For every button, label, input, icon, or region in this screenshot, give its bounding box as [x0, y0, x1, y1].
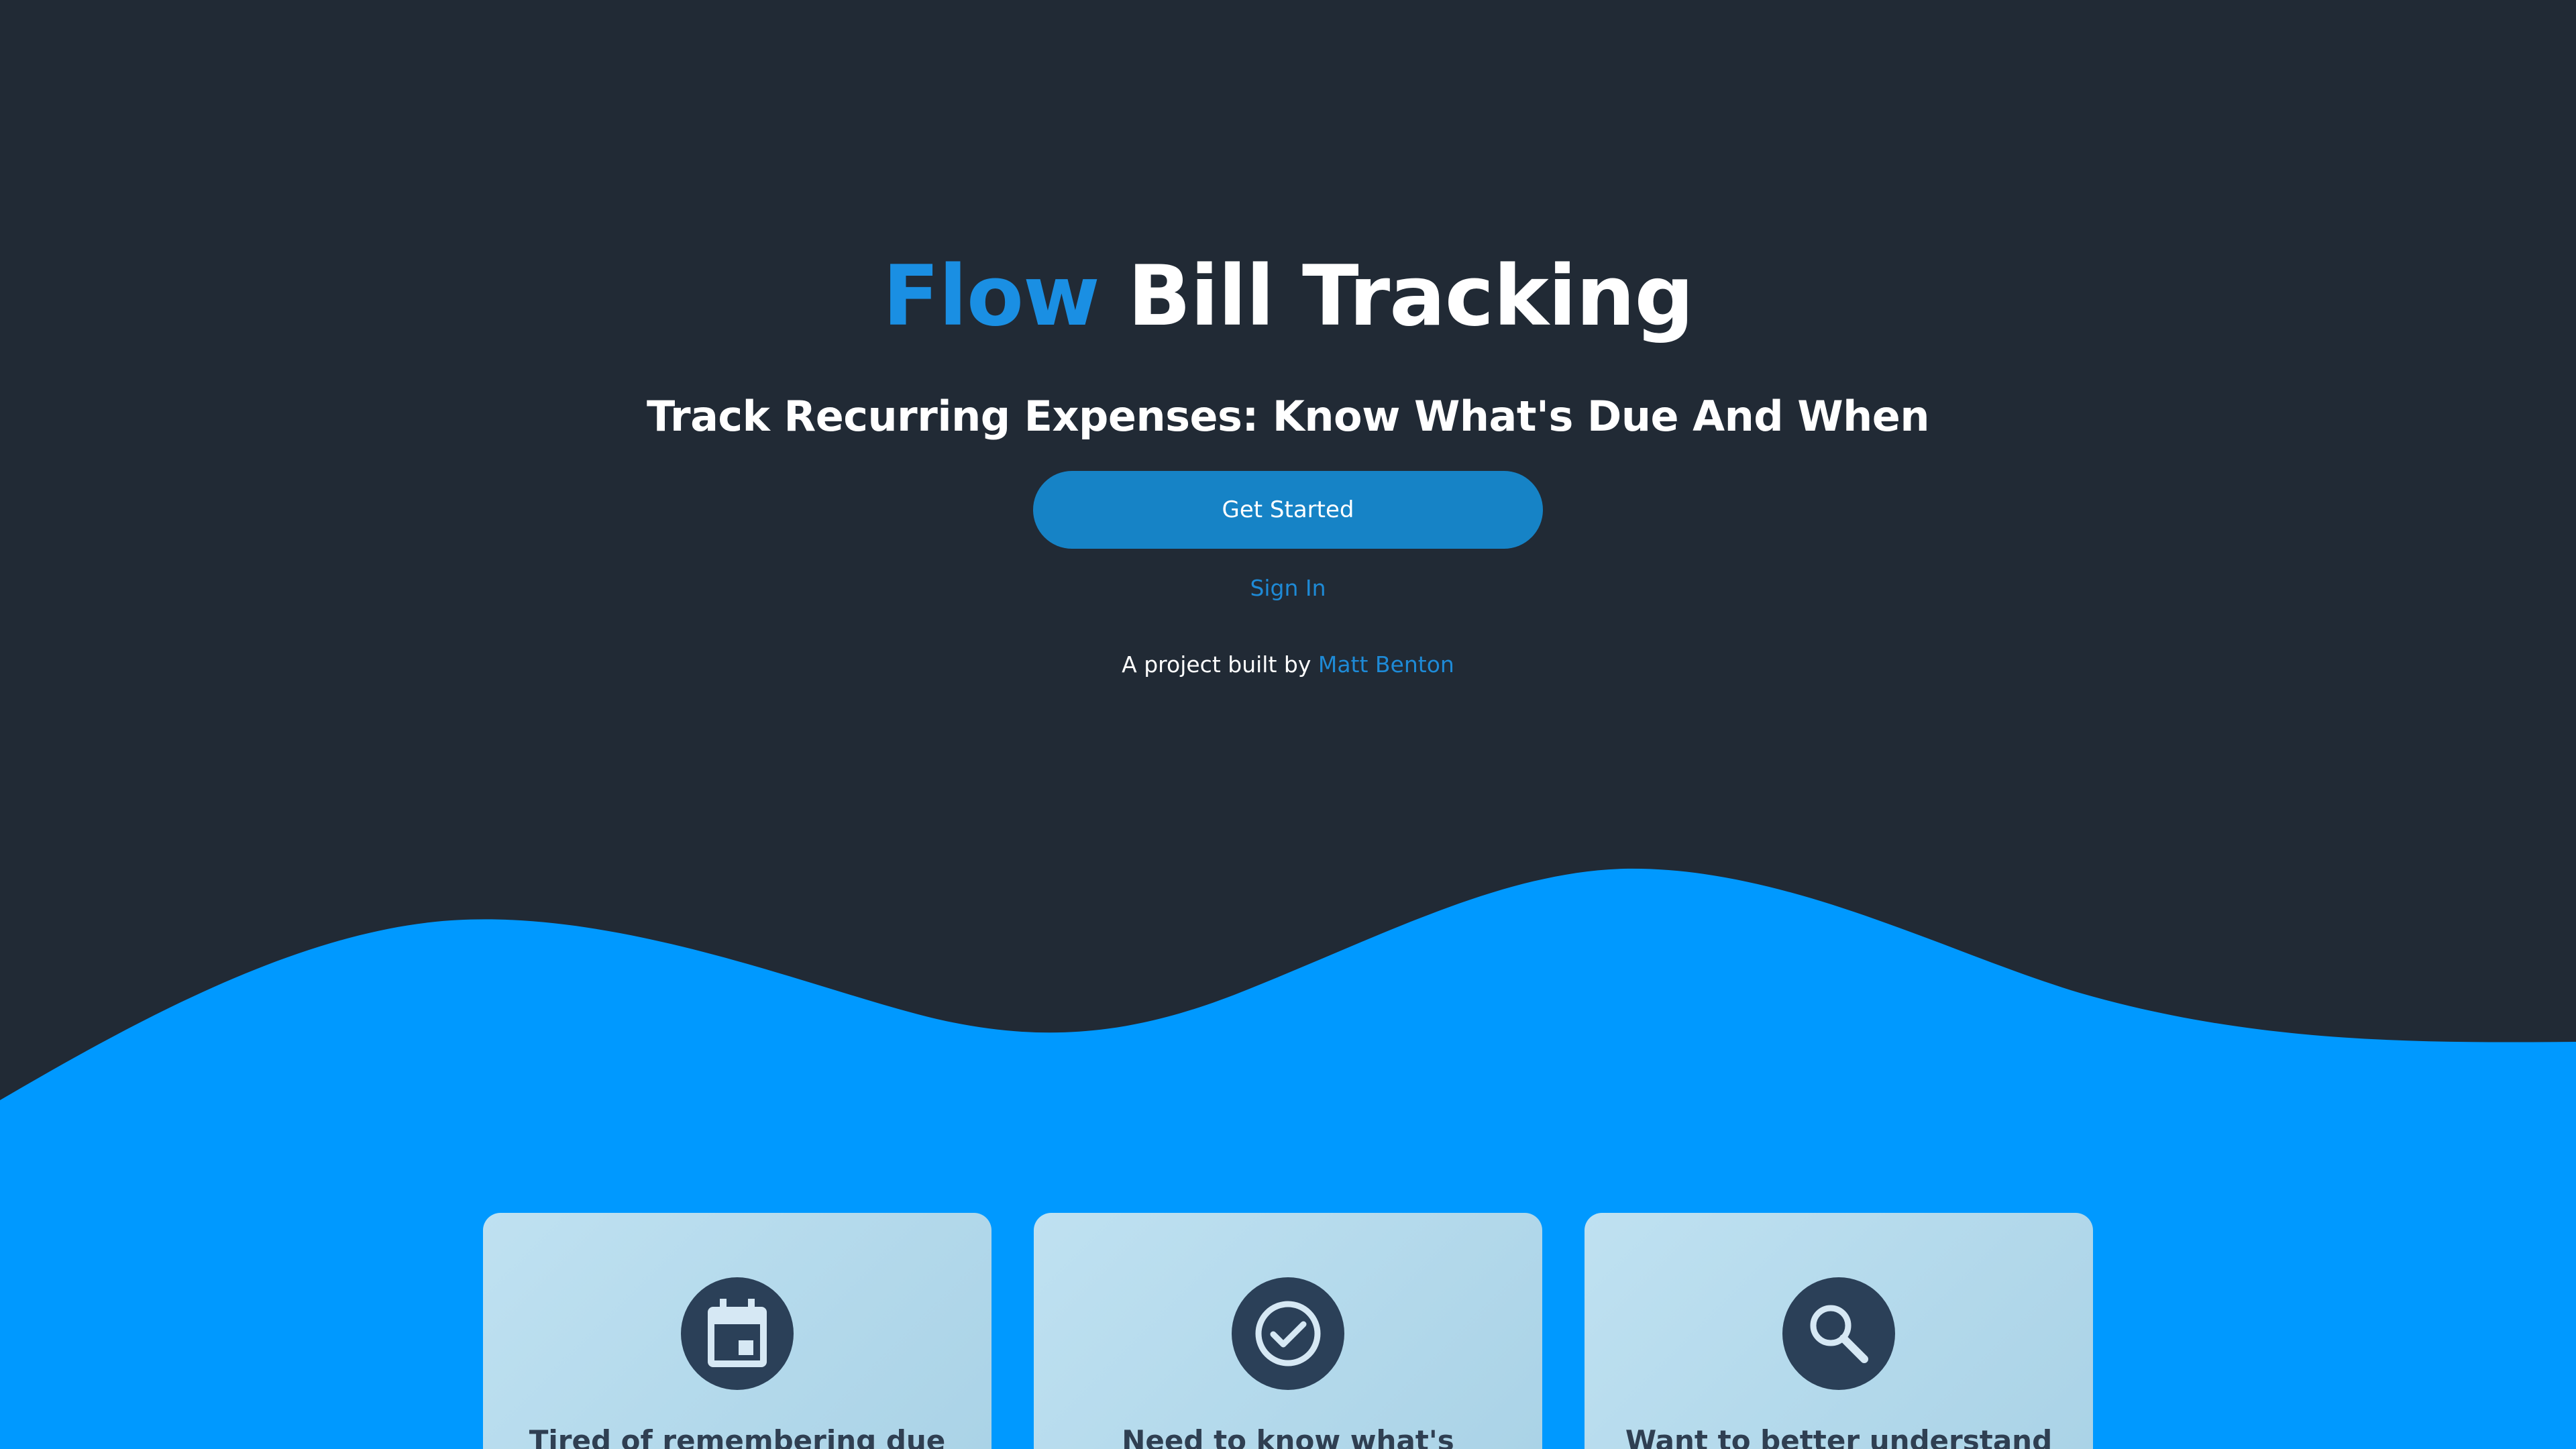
- calendar-icon: [708, 1299, 767, 1367]
- feature-card-paid: Need to know what's already: [1034, 1213, 1542, 1449]
- check-icon-badge: [1232, 1277, 1344, 1390]
- search-icon: [1810, 1305, 1868, 1363]
- landing-page: Flow Bill Tracking Track Recurring Expen…: [0, 0, 2576, 1449]
- feature-card-insights: Want to better understand: [1585, 1213, 2093, 1449]
- check-circle-icon: [1255, 1301, 1321, 1366]
- feature-text: Want to better understand: [1625, 1424, 2053, 1449]
- search-icon-badge: [1782, 1277, 1895, 1390]
- feature-text: Tired of remembering due: [529, 1424, 946, 1449]
- feature-cards: Tired of remembering due Need to know wh…: [0, 0, 2576, 1449]
- feature-card-due-dates: Tired of remembering due: [483, 1213, 991, 1449]
- calendar-icon-badge: [681, 1277, 794, 1390]
- feature-text: Need to know what's already: [1122, 1424, 1454, 1449]
